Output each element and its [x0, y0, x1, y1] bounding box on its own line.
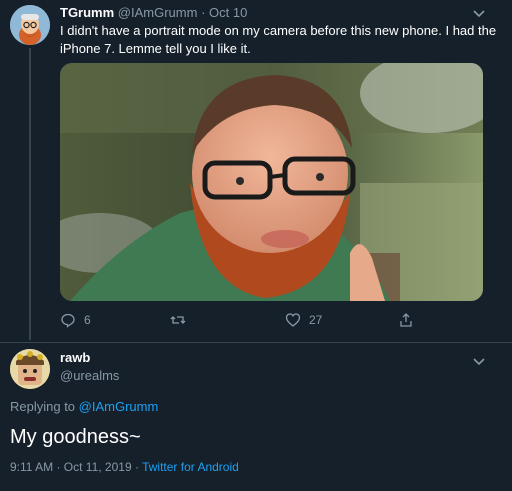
tweet-actions: 6 27: [60, 312, 430, 334]
retweet-action[interactable]: [170, 312, 194, 328]
share-action[interactable]: [398, 312, 422, 328]
replying-to: Replying to @IAmGrumm: [10, 399, 158, 414]
separator-dot: ·: [134, 460, 139, 474]
heart-icon: [285, 313, 301, 327]
share-icon: [400, 313, 412, 327]
tweet-date[interactable]: Oct 10: [209, 5, 247, 20]
reply-author-handle[interactable]: @urealms: [60, 368, 119, 383]
reply-source[interactable]: Twitter for Android: [142, 460, 239, 474]
reply-meta: 9:11 AM · Oct 11, 2019 · Twitter for And…: [10, 460, 239, 474]
like-action[interactable]: 27: [285, 312, 322, 328]
tweet[interactable]: TGrumm @IAmGrumm · Oct 10 I didn't have …: [0, 0, 512, 345]
author-handle[interactable]: @IAmGrumm: [118, 5, 198, 20]
replying-mention[interactable]: @IAmGrumm: [79, 399, 159, 414]
reply-author-avatar[interactable]: [10, 349, 50, 389]
replying-prefix: Replying to: [10, 399, 76, 414]
reply-action[interactable]: 6: [60, 312, 91, 328]
author-name[interactable]: TGrumm: [60, 5, 114, 20]
tweet-photo[interactable]: [60, 63, 483, 301]
author-avatar[interactable]: [10, 5, 50, 45]
retweet-icon: [170, 316, 186, 324]
like-count: 27: [309, 313, 323, 327]
divider: [0, 342, 512, 343]
reply-author-name[interactable]: rawb: [60, 350, 90, 365]
chevron-down-icon[interactable]: [472, 354, 486, 366]
chevron-down-icon[interactable]: [472, 6, 486, 18]
reply-text: My goodness~: [10, 426, 141, 448]
tweet-text: I didn't have a portrait mode on my came…: [60, 23, 497, 56]
reply-timestamp[interactable]: 9:11 AM · Oct 11, 2019: [10, 460, 132, 474]
reply-icon: [61, 313, 75, 328]
reply-count: 6: [84, 313, 91, 327]
thread-line: [29, 48, 31, 340]
separator-dot: ·: [201, 5, 206, 20]
tweet-header: TGrumm @IAmGrumm · Oct 10: [60, 5, 247, 21]
